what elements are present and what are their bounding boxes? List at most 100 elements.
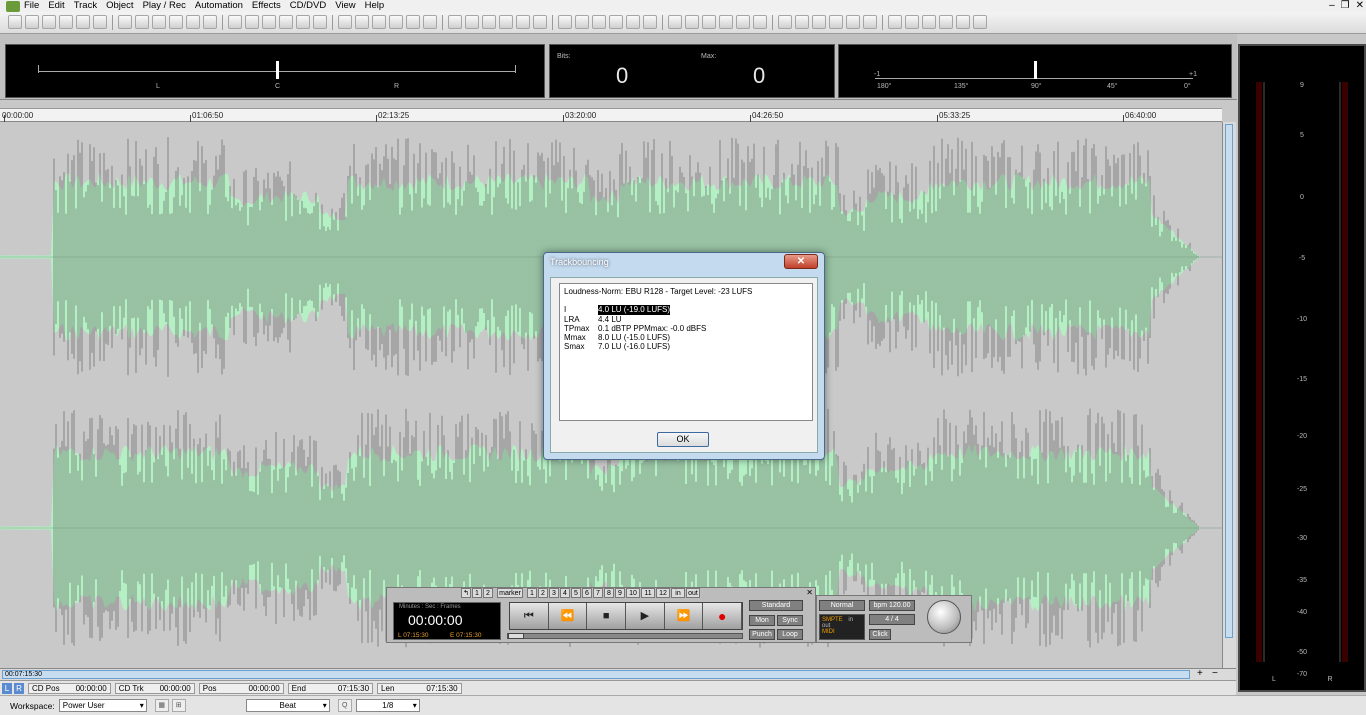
time-signature-field[interactable]: 4 / 4 [869, 614, 915, 625]
marker-button[interactable]: 9 [615, 588, 625, 598]
ok-button[interactable]: OK [657, 432, 709, 447]
marker-button[interactable]: 7 [593, 588, 603, 598]
menu-effects[interactable]: Effects [252, 0, 281, 12]
toolbar-button[interactable] [169, 15, 183, 29]
marker-button[interactable]: 1 [527, 588, 537, 598]
toolbar-button[interactable] [863, 15, 877, 29]
menu-cd-dvd[interactable]: CD/DVD [290, 0, 326, 12]
menu-file[interactable]: File [24, 0, 39, 12]
restore-icon[interactable]: ❐ [1341, 0, 1350, 11]
toolbar-button[interactable] [76, 15, 90, 29]
marker-button[interactable]: in [671, 588, 685, 598]
snap-grid-icon[interactable]: ▦ [154, 699, 169, 712]
toolbar-button[interactable] [668, 15, 682, 29]
time-counter[interactable]: Minutes : Sec : Frames 00:00:00 L 07:15:… [393, 602, 501, 640]
marker-button[interactable]: 2 [538, 588, 548, 598]
marker-button[interactable]: 4 [560, 588, 570, 598]
toolbar-button[interactable] [406, 15, 420, 29]
toolbar-button[interactable] [389, 15, 403, 29]
toolbar-button[interactable] [465, 15, 479, 29]
bpm-field[interactable]: bpm 120.00 [869, 600, 915, 611]
toolbar-button[interactable] [499, 15, 513, 29]
quantize-dropdown[interactable]: 1/8 [355, 699, 420, 712]
toolbar-button[interactable] [719, 15, 733, 29]
zoom-out-icon[interactable]: − [1212, 668, 1218, 679]
workspace-dropdown[interactable]: Power User [58, 699, 147, 712]
rewind-button[interactable]: ⏪ [548, 603, 588, 629]
marker-button[interactable]: 11 [641, 588, 655, 598]
marker-button[interactable]: 12 [656, 588, 670, 598]
mode-dropdown[interactable]: Standard [749, 600, 803, 611]
toolbar-button[interactable] [533, 15, 547, 29]
toolbar-button[interactable] [939, 15, 953, 29]
close-icon[interactable]: ✕ [1356, 0, 1364, 11]
toolbar-button[interactable] [355, 15, 369, 29]
snap-dropdown[interactable]: Beat [245, 699, 330, 712]
toolbar-button[interactable] [795, 15, 809, 29]
toolbar-button[interactable] [575, 15, 589, 29]
toolbar-button[interactable] [812, 15, 826, 29]
toolbar-button[interactable] [93, 15, 107, 29]
toolbar-button[interactable] [228, 15, 242, 29]
toolbar-button[interactable] [262, 15, 276, 29]
marker-button[interactable]: 10 [626, 588, 640, 598]
toolbar-button[interactable] [956, 15, 970, 29]
record-button[interactable]: ● [703, 603, 743, 629]
toolbar-button[interactable] [186, 15, 200, 29]
position-slider-thumb[interactable] [508, 633, 524, 639]
fast-forward-button[interactable]: ⏩ [664, 603, 704, 629]
quantize-icon[interactable]: Q [337, 699, 352, 712]
vertical-scrollbar[interactable] [1222, 122, 1236, 668]
marker-button[interactable]: marker [497, 588, 523, 598]
toolbar-button[interactable] [482, 15, 496, 29]
toolbar-button[interactable] [59, 15, 73, 29]
toolbar-button[interactable] [922, 15, 936, 29]
toolbar-button[interactable] [152, 15, 166, 29]
toolbar-button[interactable] [448, 15, 462, 29]
record-mode-dropdown[interactable]: Normal [819, 600, 865, 611]
menu-help[interactable]: Help [365, 0, 385, 12]
toolbar-button[interactable] [685, 15, 699, 29]
horizontal-scroll-thumb[interactable]: 00:07:15:30 [2, 670, 1190, 679]
toolbar-button[interactable] [609, 15, 623, 29]
menu-object[interactable]: Object [106, 0, 133, 12]
toolbar-button[interactable] [778, 15, 792, 29]
dialog-close-button[interactable]: ✕ [784, 254, 818, 269]
toolbar-button[interactable] [516, 15, 530, 29]
toolbar-button[interactable] [338, 15, 352, 29]
click-button[interactable]: Click [869, 629, 891, 640]
horizontal-scrollbar[interactable]: 00:07:15:30 + − [0, 668, 1236, 680]
marker-button[interactable]: 6 [582, 588, 592, 598]
position-slider[interactable] [507, 633, 743, 639]
toolbar-button[interactable] [135, 15, 149, 29]
channel-l-toggle[interactable]: L [2, 682, 12, 694]
menu-view[interactable]: View [335, 0, 355, 12]
channel-r-toggle[interactable]: R [14, 682, 24, 694]
marker-button[interactable]: out [686, 588, 700, 598]
go-to-start-button[interactable]: ⏮ [510, 603, 549, 629]
time-ruler[interactable]: 00:00:00 01:06:50 02:13:25 03:20:00 04:2… [0, 108, 1222, 122]
toolbar-button[interactable] [279, 15, 293, 29]
menu-automation[interactable]: Automation [195, 0, 243, 12]
toolbar-button[interactable] [592, 15, 606, 29]
toolbar-button[interactable] [203, 15, 217, 29]
menu-track[interactable]: Track [74, 0, 97, 12]
toolbar-button[interactable] [372, 15, 386, 29]
toolbar-button[interactable] [829, 15, 843, 29]
toolbar-button[interactable] [626, 15, 640, 29]
zoom-in-icon[interactable]: + [1197, 668, 1203, 679]
menu-play-rec[interactable]: Play / Rec [143, 0, 186, 12]
toolbar-button[interactable] [702, 15, 716, 29]
toolbar-button[interactable] [8, 15, 22, 29]
toolbar-button[interactable] [296, 15, 310, 29]
toolbar-button[interactable] [42, 15, 56, 29]
marker-button[interactable]: 1 [472, 588, 482, 598]
toolbar-button[interactable] [423, 15, 437, 29]
menu-edit[interactable]: Edit [48, 0, 64, 12]
toolbar-button[interactable] [905, 15, 919, 29]
minimize-icon[interactable]: – [1329, 0, 1335, 11]
marker-button[interactable]: 2 [483, 588, 493, 598]
marker-button[interactable]: 8 [604, 588, 614, 598]
sync-button[interactable]: Sync [777, 615, 803, 626]
loop-button[interactable]: Loop [777, 629, 803, 640]
